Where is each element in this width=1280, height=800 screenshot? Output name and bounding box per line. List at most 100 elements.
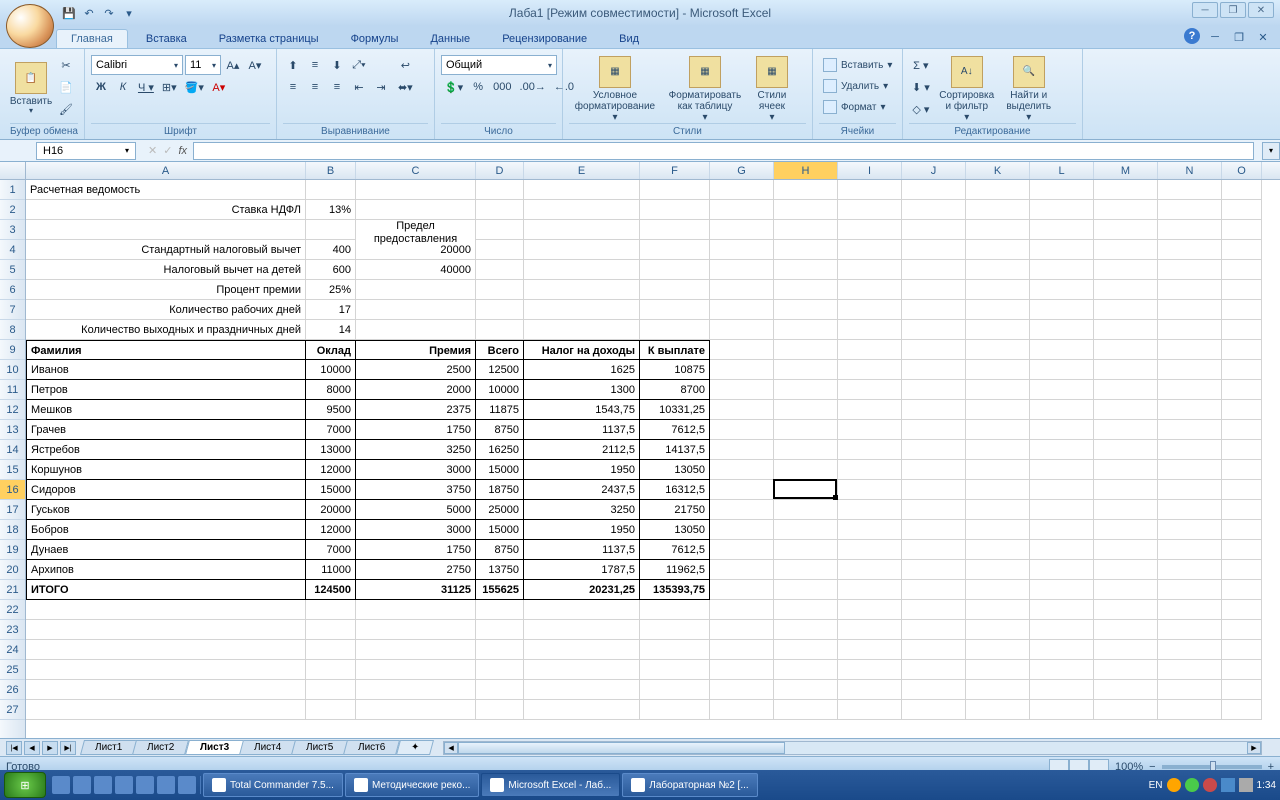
cell-N25[interactable] [1158,660,1222,680]
cell-F20[interactable]: 11962,5 [640,560,710,580]
cell-M5[interactable] [1094,260,1158,280]
row-header-25[interactable]: 25 [0,660,25,680]
cell-L10[interactable] [1030,360,1094,380]
cell-N15[interactable] [1158,460,1222,480]
cell-J22[interactable] [902,600,966,620]
cell-J24[interactable] [902,640,966,660]
spreadsheet-grid[interactable]: ABCDEFGHIJKLMNO 123456789101112131415161… [0,162,1280,738]
cell-E15[interactable]: 1950 [524,460,640,480]
italic-button[interactable]: К [113,77,133,97]
cell-C15[interactable]: 3000 [356,460,476,480]
col-header-E[interactable]: E [524,162,640,179]
cell-H8[interactable] [774,320,838,340]
cell-J10[interactable] [902,360,966,380]
row-header-21[interactable]: 21 [0,580,25,600]
cell-O11[interactable] [1222,380,1262,400]
fill-color-button[interactable]: 🪣▾ [182,77,207,97]
cell-M26[interactable] [1094,680,1158,700]
cell-K6[interactable] [966,280,1030,300]
cell-N24[interactable] [1158,640,1222,660]
cell-E19[interactable]: 1137,5 [524,540,640,560]
cell-B24[interactable] [306,640,356,660]
cell-I26[interactable] [838,680,902,700]
cell-M21[interactable] [1094,580,1158,600]
tray-icon[interactable] [1239,778,1253,792]
cell-N11[interactable] [1158,380,1222,400]
cell-G15[interactable] [710,460,774,480]
cell-O16[interactable] [1222,480,1262,500]
cell-H17[interactable] [774,500,838,520]
cell-B15[interactable]: 12000 [306,460,356,480]
row-header-14[interactable]: 14 [0,440,25,460]
cell-J2[interactable] [902,200,966,220]
cell-L16[interactable] [1030,480,1094,500]
cell-O3[interactable] [1222,220,1262,240]
cell-C1[interactable] [356,180,476,200]
cell-L20[interactable] [1030,560,1094,580]
row-header-12[interactable]: 12 [0,400,25,420]
cell-L14[interactable] [1030,440,1094,460]
cell-O10[interactable] [1222,360,1262,380]
cell-K23[interactable] [966,620,1030,640]
cell-E27[interactable] [524,700,640,720]
cell-F9[interactable]: К выплате [640,340,710,360]
cell-K3[interactable] [966,220,1030,240]
cell-N5[interactable] [1158,260,1222,280]
col-header-N[interactable]: N [1158,162,1222,179]
cell-I11[interactable] [838,380,902,400]
cell-L11[interactable] [1030,380,1094,400]
cell-H21[interactable] [774,580,838,600]
cell-E5[interactable] [524,260,640,280]
cell-D26[interactable] [476,680,524,700]
cell-G5[interactable] [710,260,774,280]
cell-N1[interactable] [1158,180,1222,200]
scroll-right-button[interactable]: ▶ [1247,742,1261,754]
cell-C27[interactable] [356,700,476,720]
cell-H4[interactable] [774,240,838,260]
cell-H15[interactable] [774,460,838,480]
cell-A15[interactable]: Коршунов [26,460,306,480]
cell-I12[interactable] [838,400,902,420]
cell-D3[interactable] [476,220,524,240]
cell-K20[interactable] [966,560,1030,580]
col-header-A[interactable]: A [26,162,306,179]
sheet-tab[interactable]: Лист2 [132,740,189,755]
cell-G11[interactable] [710,380,774,400]
cell-M18[interactable] [1094,520,1158,540]
cell-D1[interactable] [476,180,524,200]
row-header-11[interactable]: 11 [0,380,25,400]
cell-G16[interactable] [710,480,774,500]
cell-M16[interactable] [1094,480,1158,500]
cell-B9[interactable]: Оклад [306,340,356,360]
cell-O22[interactable] [1222,600,1262,620]
cell-F18[interactable]: 13050 [640,520,710,540]
cell-O14[interactable] [1222,440,1262,460]
cell-K5[interactable] [966,260,1030,280]
cell-H2[interactable] [774,200,838,220]
cell-E13[interactable]: 1137,5 [524,420,640,440]
cell-E25[interactable] [524,660,640,680]
cell-J7[interactable] [902,300,966,320]
cell-I25[interactable] [838,660,902,680]
tab-insert[interactable]: Вставка [132,30,201,48]
cell-A12[interactable]: Мешков [26,400,306,420]
tab-review[interactable]: Рецензирование [488,30,601,48]
cell-C24[interactable] [356,640,476,660]
format-painter-button[interactable]: 🖌 [56,99,76,119]
cell-C26[interactable] [356,680,476,700]
cell-B6[interactable]: 25% [306,280,356,300]
cell-F8[interactable] [640,320,710,340]
cell-H6[interactable] [774,280,838,300]
cell-F7[interactable] [640,300,710,320]
prev-sheet-button[interactable]: ◀ [24,741,40,755]
cell-A24[interactable] [26,640,306,660]
cell-G1[interactable] [710,180,774,200]
cell-E8[interactable] [524,320,640,340]
cell-C22[interactable] [356,600,476,620]
qat-customize-icon[interactable]: ▾ [120,4,138,22]
cell-F14[interactable]: 14137,5 [640,440,710,460]
cell-G10[interactable] [710,360,774,380]
cell-E22[interactable] [524,600,640,620]
col-header-B[interactable]: B [306,162,356,179]
cell-K10[interactable] [966,360,1030,380]
